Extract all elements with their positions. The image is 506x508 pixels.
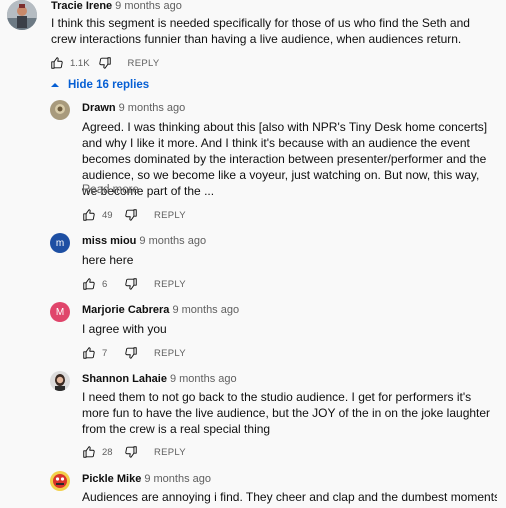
comment-text: I agree with you (82, 322, 167, 336)
like-count: 49 (102, 209, 113, 221)
comment-author[interactable]: Tracie Irene 9 months ago (51, 0, 182, 13)
hide-replies-label[interactable]: Hide 16 replies (68, 79, 149, 91)
comment-actions: 6 REPLY (82, 276, 186, 292)
user-photo-icon (50, 100, 70, 120)
like-count: 7 (102, 347, 108, 359)
comment-time[interactable]: 9 months ago (115, 0, 182, 12)
comment-actions: 1.1K REPLY (50, 55, 160, 71)
dislike-icon[interactable] (124, 277, 138, 291)
like-count: 6 (102, 278, 108, 290)
comment-author[interactable]: Drawn 9 months ago (82, 101, 185, 115)
like-icon[interactable] (50, 56, 64, 70)
comment-author[interactable]: miss miou 9 months ago (82, 234, 206, 248)
avatar[interactable] (50, 100, 70, 120)
author-name[interactable]: Tracie Irene (51, 0, 112, 12)
dislike-icon[interactable] (124, 208, 138, 222)
reply-button[interactable]: REPLY (154, 348, 186, 359)
like-icon[interactable] (82, 346, 96, 360)
comment-actions: 49 REPLY (82, 207, 186, 223)
read-more-button[interactable]: Read more (82, 184, 139, 196)
comment-text: Agreed. I was thinking about this [also … (82, 120, 488, 198)
comment-time[interactable]: 9 months ago (172, 304, 239, 316)
comment-text: here here (82, 253, 134, 267)
author-name[interactable]: Drawn (82, 102, 116, 114)
comment-actions: 28 REPLY (82, 444, 186, 460)
like-count: 1.1K (70, 57, 90, 69)
hide-replies-button[interactable]: Hide 16 replies (50, 79, 149, 91)
reply-button[interactable]: REPLY (154, 279, 186, 290)
dislike-icon[interactable] (98, 56, 112, 70)
comment-author[interactable]: Pickle Mike 9 months ago (82, 472, 211, 486)
author-name[interactable]: Pickle Mike (82, 473, 141, 485)
avatar[interactable] (50, 371, 70, 391)
comment-text: I need them to not go back to the studio… (82, 390, 491, 436)
comment-time[interactable]: 9 months ago (170, 373, 237, 385)
reply-button[interactable]: REPLY (154, 210, 186, 221)
like-count: 28 (102, 446, 113, 458)
like-icon[interactable] (82, 208, 96, 222)
comment-time[interactable]: 9 months ago (139, 235, 206, 247)
caret-up-icon (51, 83, 59, 87)
user-photo-icon (50, 371, 70, 391)
avatar[interactable]: M (50, 302, 70, 322)
avatar-letter: M (55, 306, 65, 318)
avatar[interactable] (7, 0, 37, 30)
dislike-icon[interactable] (124, 445, 138, 459)
like-icon[interactable] (82, 445, 96, 459)
comment-author[interactable]: Marjorie Cabrera 9 months ago (82, 303, 239, 317)
dislike-icon[interactable] (124, 346, 138, 360)
avatar-letter: m (55, 237, 65, 249)
like-icon[interactable] (82, 277, 96, 291)
user-photo-icon (7, 0, 37, 30)
author-name[interactable]: miss miou (82, 235, 136, 247)
avatar[interactable] (50, 471, 70, 491)
reply-button[interactable]: REPLY (128, 58, 160, 69)
avatar[interactable]: m (50, 233, 70, 253)
comment-text: Audiences are annoying i find. They chee… (82, 490, 497, 504)
author-name[interactable]: Marjorie Cabrera (82, 304, 169, 316)
comment-text: I think this segment is needed specifica… (51, 16, 470, 46)
comment-time[interactable]: 9 months ago (144, 473, 211, 485)
author-name[interactable]: Shannon Lahaie (82, 373, 167, 385)
comment-author[interactable]: Shannon Lahaie 9 months ago (82, 372, 237, 386)
comment-actions: 7 REPLY (82, 345, 186, 361)
comment-time[interactable]: 9 months ago (119, 102, 186, 114)
reply-button[interactable]: REPLY (154, 447, 186, 458)
user-photo-icon (50, 471, 70, 491)
